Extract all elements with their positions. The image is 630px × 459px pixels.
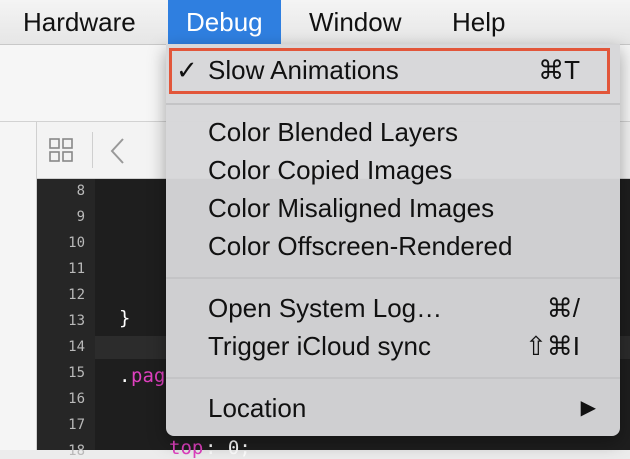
menu-item-location[interactable]: Location ▶ [166, 389, 620, 427]
line-number: 13 [68, 313, 85, 329]
menu-debug[interactable]: Debug [168, 0, 281, 44]
nav-divider [92, 132, 93, 168]
back-icon[interactable] [108, 136, 128, 171]
submenu-arrow-icon: ▶ [580, 397, 596, 419]
menu-separator [166, 377, 620, 379]
line-number: 10 [68, 235, 85, 251]
menu-item-color-blended-layers[interactable]: Color Blended Layers [166, 113, 620, 151]
menu-item-label: Color Offscreen-Rendered [208, 231, 513, 261]
menu-separator [166, 277, 620, 279]
menu-item-label: Color Copied Images [208, 155, 453, 185]
menu-item-open-system-log[interactable]: Open System Log… ⌘/ [166, 289, 620, 327]
left-pane [0, 122, 37, 450]
menu-item-color-misaligned-images[interactable]: Color Misaligned Images [166, 189, 620, 227]
line-number: 8 [76, 183, 85, 199]
code-dot: . [119, 365, 131, 387]
menu-item-trigger-icloud-sync[interactable]: Trigger iCloud sync ⇧⌘I [166, 327, 620, 365]
line-number-gutter: 8 9 10 11 12 13 14 15 16 17 18 [37, 179, 95, 459]
code-selector: pag [131, 365, 166, 387]
debug-menu-dropdown: ✓ Slow Animations ⌘T Color Blended Layer… [166, 44, 620, 436]
grid-icon-svg [49, 138, 73, 162]
code-property: top [169, 437, 204, 459]
menu-item-label: Color Blended Layers [208, 117, 459, 147]
line-number: 18 [68, 443, 85, 459]
menu-separator [166, 103, 620, 105]
code-brace: } [119, 307, 131, 329]
menu-item-label: Color Misaligned Images [208, 193, 495, 223]
menu-window[interactable]: Window [309, 0, 401, 44]
menu-item-color-offscreen-rendered[interactable]: Color Offscreen-Rendered [166, 227, 620, 265]
annotation-highlight-box [169, 48, 610, 94]
line-number: 12 [68, 287, 85, 303]
menu-hardware[interactable]: Hardware [23, 0, 136, 44]
line-number: 11 [68, 261, 85, 277]
menu-bar: Hardware Debug Window Help [0, 0, 630, 45]
menu-item-label: Location [208, 393, 307, 423]
line-number: 14 [68, 339, 85, 355]
chevron-left-icon [110, 138, 124, 164]
line-number: 17 [68, 417, 85, 433]
shortcut-label: ⌘/ [546, 293, 580, 323]
shortcut-label: ⇧⌘I [524, 331, 580, 361]
line-number: 9 [76, 209, 85, 225]
line-number: 16 [68, 391, 85, 407]
line-number: 15 [68, 365, 85, 381]
menu-help[interactable]: Help [452, 0, 505, 44]
related-items-icon[interactable] [48, 137, 76, 170]
code-value: : 0; [205, 437, 251, 459]
menu-item-label: Open System Log… [208, 293, 443, 323]
menu-item-color-copied-images[interactable]: Color Copied Images [166, 151, 620, 189]
menu-item-label: Trigger iCloud sync [208, 331, 432, 361]
